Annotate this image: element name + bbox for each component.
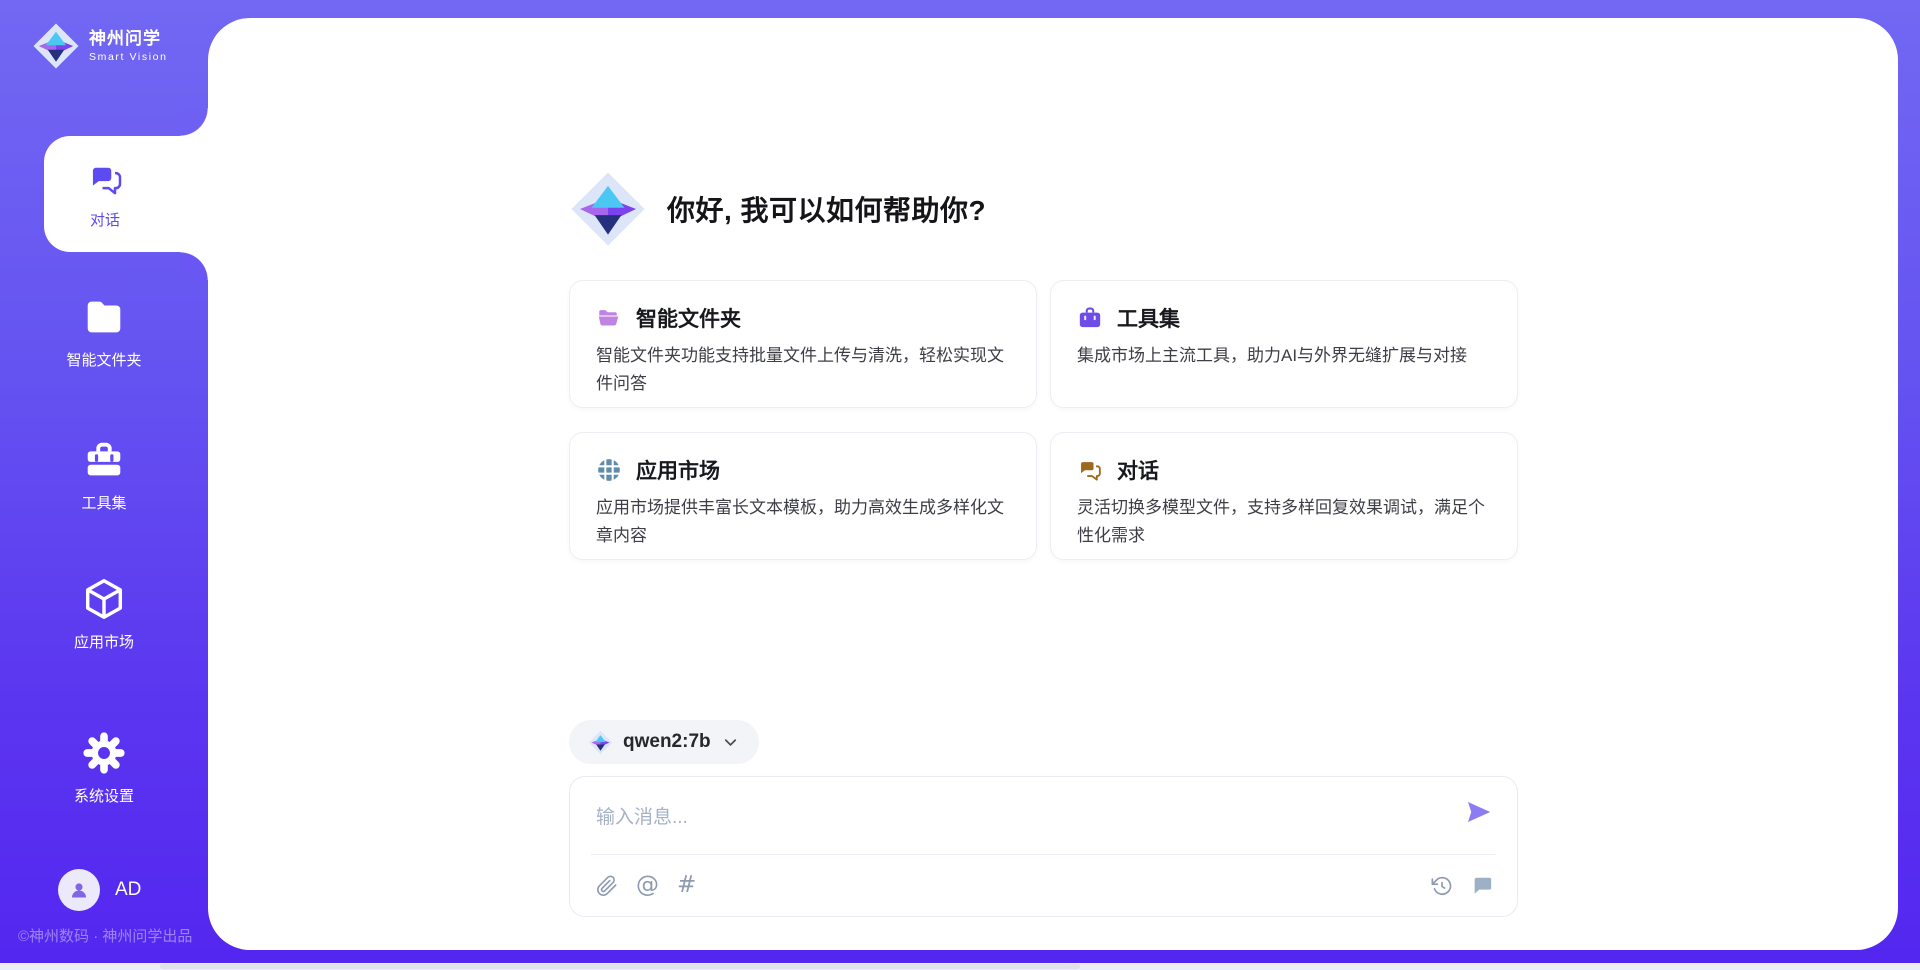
hash-icon: # [677, 874, 696, 897]
brand-name: 神州问学 [89, 29, 168, 49]
horizontal-scrollbar[interactable] [0, 963, 1920, 970]
sidebar-item-chat[interactable]: 对话 [44, 136, 208, 252]
greeting: 你好, 我可以如何帮助你? [569, 170, 1518, 248]
app-window: 神州问学 Smart Vision 对话 智能文件夹 [0, 0, 1920, 970]
chat-icon [1077, 457, 1103, 483]
scrollbar-thumb[interactable] [160, 964, 1080, 969]
folder-open-icon [596, 305, 622, 331]
briefcase-icon [1077, 305, 1103, 331]
chat-bubble-icon [1471, 875, 1493, 897]
card-description: 集成市场上主流工具，助力AI与外界无缝扩展与对接 [1077, 342, 1491, 370]
feature-card-smart-folder[interactable]: 智能文件夹 智能文件夹功能支持批量文件上传与清洗，轻松实现文件问答 [569, 280, 1037, 408]
user-avatar [58, 869, 100, 911]
greeting-title: 你好, 我可以如何帮助你? [667, 189, 986, 229]
chevron-down-icon [721, 733, 740, 752]
chat-home: 你好, 我可以如何帮助你? 智能文件夹 智能文件夹功能支持批量文件上传与清洗，轻… [569, 18, 1518, 917]
card-title: 应用市场 [636, 455, 720, 485]
composer: @ # [569, 776, 1518, 917]
brand-subtitle: Smart Vision [89, 51, 168, 63]
sidebar-item-label: 对话 [90, 209, 120, 230]
user-name: AD [115, 879, 141, 901]
history-button[interactable] [1431, 875, 1453, 897]
cube-icon [81, 576, 127, 622]
history-icon [1431, 875, 1453, 897]
card-title: 智能文件夹 [636, 303, 741, 333]
grid-icon [596, 457, 622, 483]
person-icon [67, 878, 91, 902]
feedback-button[interactable] [1471, 875, 1493, 897]
feature-cards: 智能文件夹 智能文件夹功能支持批量文件上传与清洗，轻松实现文件问答 [569, 280, 1518, 560]
user-account[interactable]: AD [58, 869, 141, 911]
card-description: 应用市场提供丰富长文本模板，助力高效生成多样化文章内容 [596, 494, 1010, 550]
sidebar-item-label: 应用市场 [74, 631, 134, 652]
sidebar-item-app-market[interactable]: 应用市场 [0, 576, 208, 652]
briefcase-icon [81, 437, 127, 483]
sidebar: 神州问学 Smart Vision 对话 智能文件夹 [0, 0, 208, 963]
send-icon [1464, 797, 1494, 827]
sidebar-item-toolset[interactable]: 工具集 [0, 437, 208, 513]
sidebar-item-label: 系统设置 [74, 785, 134, 806]
paperclip-icon [596, 875, 618, 897]
sidebar-footer: ©神州数码 · 神州问学出品 [18, 925, 192, 946]
topic-button[interactable]: # [677, 874, 696, 897]
main-panel: 你好, 我可以如何帮助你? 智能文件夹 智能文件夹功能支持批量文件上传与清洗，轻… [208, 18, 1898, 950]
gear-icon [81, 730, 127, 776]
card-description: 灵活切换多模型文件，支持多样回复效果调试，满足个性化需求 [1077, 494, 1491, 550]
model-name: qwen2:7b [623, 731, 711, 753]
feature-card-toolset[interactable]: 工具集 集成市场上主流工具，助力AI与外界无缝扩展与对接 [1050, 280, 1518, 408]
model-selector[interactable]: qwen2:7b [569, 720, 759, 764]
composer-toolbar: @ # [596, 855, 1493, 916]
card-title: 对话 [1117, 455, 1159, 485]
attach-button[interactable] [596, 875, 618, 897]
mention-button[interactable]: @ [636, 874, 659, 897]
sidebar-item-label: 工具集 [81, 492, 126, 513]
chat-bubbles-icon [85, 159, 125, 204]
sidebar-item-settings[interactable]: 系统设置 [0, 730, 208, 806]
card-description: 智能文件夹功能支持批量文件上传与清洗，轻松实现文件问答 [596, 342, 1010, 398]
message-input[interactable] [570, 777, 1427, 851]
send-button[interactable] [1462, 796, 1496, 830]
folder-icon [81, 294, 127, 340]
sidebar-item-smart-folder[interactable]: 智能文件夹 [0, 294, 208, 370]
greeting-gem-icon [569, 170, 647, 248]
brand: 神州问学 Smart Vision [32, 22, 168, 70]
model-gem-icon [588, 730, 613, 755]
brand-gem-icon [32, 22, 80, 70]
feature-card-app-market[interactable]: 应用市场 应用市场提供丰富长文本模板，助力高效生成多样化文章内容 [569, 432, 1037, 560]
at-icon: @ [636, 874, 659, 897]
sidebar-item-label: 智能文件夹 [66, 349, 141, 370]
card-title: 工具集 [1117, 303, 1180, 333]
feature-card-chat[interactable]: 对话 灵活切换多模型文件，支持多样回复效果调试，满足个性化需求 [1050, 432, 1518, 560]
